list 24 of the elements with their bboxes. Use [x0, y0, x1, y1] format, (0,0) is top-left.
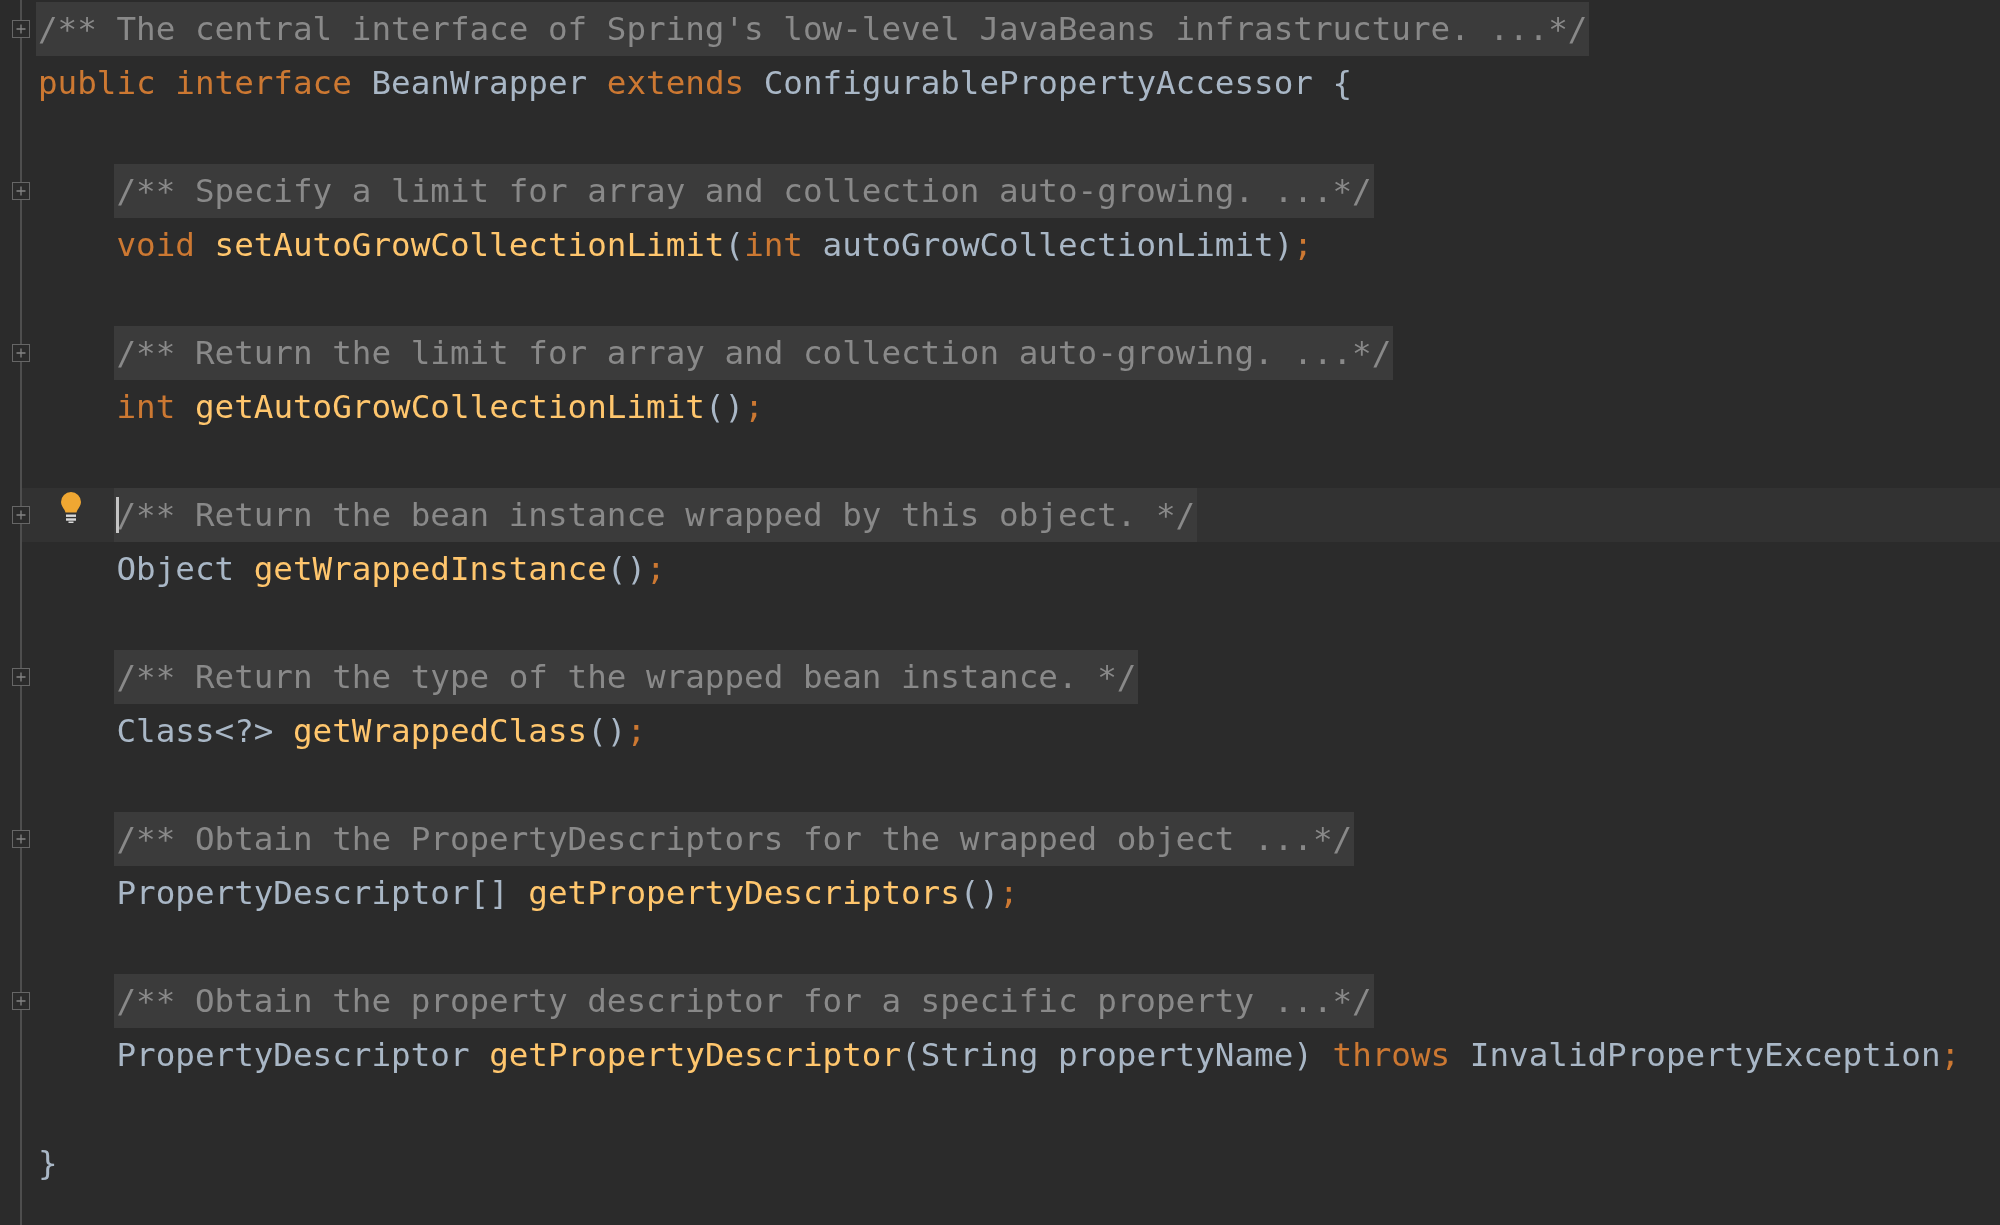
- code-line: Object getWrappedInstance();: [116, 549, 666, 590]
- code-line: Class<?> getWrappedClass();: [116, 711, 647, 752]
- folded-comment[interactable]: /** Specify a limit for array and collection auto-growing. ...*/: [114, 164, 1374, 218]
- code-line: PropertyDescriptor[] getPropertyDescriptors();: [116, 873, 1019, 914]
- folded-comment[interactable]: /** Return the bean instance wrapped by this object. */: [114, 488, 1198, 542]
- fold-icon[interactable]: [12, 668, 30, 686]
- fold-icon[interactable]: [12, 20, 30, 38]
- code-line: PropertyDescriptor getPropertyDescriptor(String propertyName) throws InvalidPropertyException;: [116, 1035, 1961, 1076]
- fold-icon[interactable]: [12, 344, 30, 362]
- fold-icon[interactable]: [12, 830, 30, 848]
- folded-comment[interactable]: /** The central interface of Spring's low-level JavaBeans infrastructure. ...*/: [36, 2, 1590, 56]
- folded-comment[interactable]: /** Obtain the PropertyDescriptors for the wrapped object ...*/: [114, 812, 1355, 866]
- code-line: void setAutoGrowCollectionLimit(int autoGrowCollectionLimit);: [116, 225, 1313, 266]
- code-line: int getAutoGrowCollectionLimit();: [116, 387, 764, 428]
- folded-comment[interactable]: /** Return the limit for array and collection auto-growing. ...*/: [114, 326, 1394, 380]
- fold-icon[interactable]: [12, 992, 30, 1010]
- fold-icon[interactable]: [12, 182, 30, 200]
- lightbulb-icon[interactable]: [59, 491, 83, 523]
- text-caret: [116, 497, 120, 533]
- fold-icon[interactable]: [12, 506, 30, 524]
- code-line: }: [38, 1143, 58, 1184]
- folded-comment[interactable]: /** Return the type of the wrapped bean instance. */: [114, 650, 1139, 704]
- code-line: public interface BeanWrapper extends ConfigurablePropertyAccessor {: [38, 63, 1353, 104]
- folded-comment[interactable]: /** Obtain the property descriptor for a specific property ...*/: [114, 974, 1374, 1028]
